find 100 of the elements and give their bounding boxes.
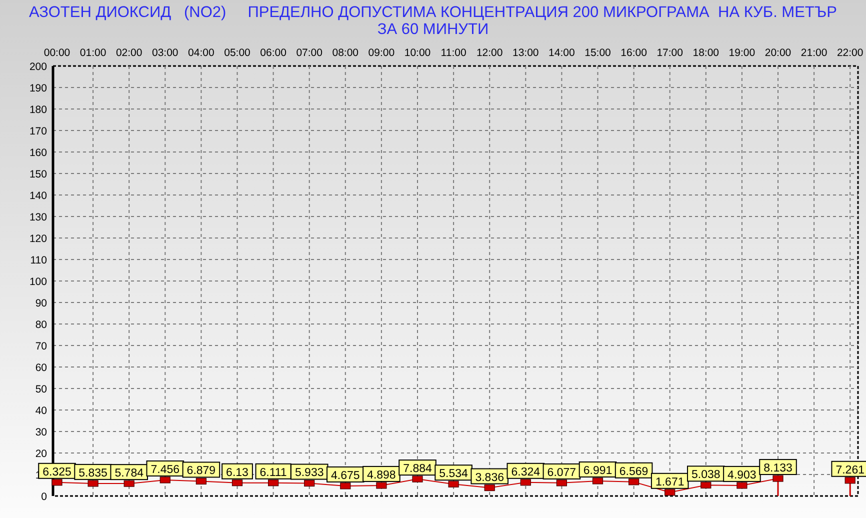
data-point: [124, 480, 134, 487]
axis-label: 150: [29, 168, 47, 180]
axis-label: 15:00: [584, 47, 611, 59]
data-label: 5.534: [439, 468, 469, 480]
value-label: 5.835: [74, 464, 112, 480]
data-point: [268, 480, 279, 486]
axis-label: 190: [29, 82, 47, 94]
data-label: 6.991: [583, 464, 612, 477]
axis-label: 130: [29, 212, 47, 224]
chart-title: АЗОТЕН ДИОКСИД (NO2) ПРЕДЕЛНО ДОПУСТИМА КОНЦЕНТРАЦИЯ 200 МИКРОГРАМА НА КУБ. МЕТЪР ЗА 60 МИНУТИ: [28, 4, 838, 38]
axis-label: 16:00: [620, 47, 647, 59]
axis-label: 06:00: [260, 47, 286, 59]
axis-label: 60: [35, 362, 47, 374]
data-label: 5.835: [78, 467, 108, 480]
data-label: 6.569: [619, 466, 648, 478]
value-label: 6.991: [578, 461, 617, 478]
value-label: 4.903: [723, 466, 761, 482]
data-label: 7.261: [836, 464, 864, 476]
data-point: [412, 476, 423, 482]
axis-label: 01:00: [80, 47, 106, 59]
data-point: [196, 478, 206, 484]
axis-label: 50: [35, 384, 47, 396]
data-label: 3.836: [475, 472, 504, 484]
axis-label: 30: [35, 426, 47, 438]
axis-label: 02:00: [116, 47, 142, 59]
axis-label: 140: [29, 190, 47, 202]
axis-label: 170: [29, 126, 47, 138]
value-label: 7.261: [831, 460, 866, 477]
axis-label: 00:00: [44, 47, 70, 59]
data-point: [448, 480, 459, 488]
data-label: 6.879: [186, 465, 216, 478]
value-label: 3.836: [470, 468, 508, 484]
axis-label: 04:00: [188, 47, 214, 59]
axis-label: 13:00: [512, 47, 539, 59]
axis-label: 40: [35, 405, 47, 417]
value-label: 6.13: [222, 463, 253, 480]
value-label: 1.671: [650, 472, 689, 489]
data-point: [340, 482, 351, 490]
data-label: 5.933: [294, 467, 324, 480]
axis-label: 08:00: [332, 47, 359, 59]
axis-label: 120: [29, 233, 47, 245]
data-label: 4.903: [728, 469, 756, 482]
axis-label: 10:00: [404, 47, 431, 59]
value-label: 4.898: [362, 466, 400, 482]
axis-label: 07:00: [296, 47, 322, 59]
axis-label: 03:00: [152, 47, 178, 59]
axis-label: 19:00: [728, 47, 756, 59]
value-label: 5.534: [434, 464, 472, 481]
data-label: 4.898: [367, 469, 396, 482]
axis-label: 17:00: [656, 47, 683, 59]
data-point: [520, 479, 531, 486]
axis-label: 160: [29, 147, 47, 159]
data-point: [628, 478, 640, 486]
data-point: [736, 482, 748, 489]
data-label: 4.675: [331, 470, 360, 482]
axis-label: 70: [35, 340, 47, 352]
data-label: 8.133: [764, 462, 792, 475]
data-label: 1.671: [655, 476, 684, 488]
data-point: [592, 478, 604, 484]
value-label: 8.133: [759, 459, 797, 476]
data-label: 7.884: [403, 463, 432, 476]
axis-label: 18:00: [692, 47, 720, 59]
axis-label: 09:00: [368, 47, 395, 59]
data-point: [376, 482, 387, 489]
data-label: 5.038: [692, 469, 720, 482]
value-label: 6.324: [506, 462, 545, 479]
data-label: 6.325: [42, 466, 72, 478]
data-point: [88, 480, 98, 487]
data-point: [844, 477, 856, 484]
data-label: 5.784: [114, 468, 144, 480]
axis-label: 20: [35, 448, 47, 460]
value-label: 5.784: [110, 464, 148, 480]
data-label: 7.456: [150, 464, 180, 476]
value-label: 6.879: [182, 462, 220, 478]
data-label: 6.324: [511, 466, 541, 478]
axis-label: 21:00: [800, 47, 828, 59]
data-point: [52, 479, 62, 486]
axis-label: 90: [35, 298, 47, 310]
axis-label: 180: [29, 104, 47, 116]
data-label: 6.077: [547, 466, 576, 479]
axis-label: 14:00: [548, 47, 575, 59]
axis-label: 80: [35, 319, 47, 331]
value-label: 6.569: [614, 462, 653, 478]
axis-label: 22:00: [836, 47, 864, 59]
axis-label: 12:00: [476, 47, 503, 59]
value-label: 6.077: [542, 463, 581, 480]
value-label: 4.675: [326, 466, 364, 482]
value-label: 5.933: [290, 464, 328, 480]
value-label: 7.884: [398, 460, 436, 476]
value-label: 6.111: [255, 463, 292, 480]
data-point: [556, 480, 567, 486]
data-label: 6.111: [260, 466, 287, 479]
data-label: 6.13: [226, 466, 248, 479]
axis-label: 05:00: [224, 47, 250, 59]
data-point: [700, 482, 712, 488]
data-point: [232, 480, 243, 486]
axis-label: 110: [30, 254, 47, 266]
axis-label: 11:00: [440, 47, 466, 59]
data-point: [304, 480, 315, 487]
data-point: [664, 489, 676, 496]
